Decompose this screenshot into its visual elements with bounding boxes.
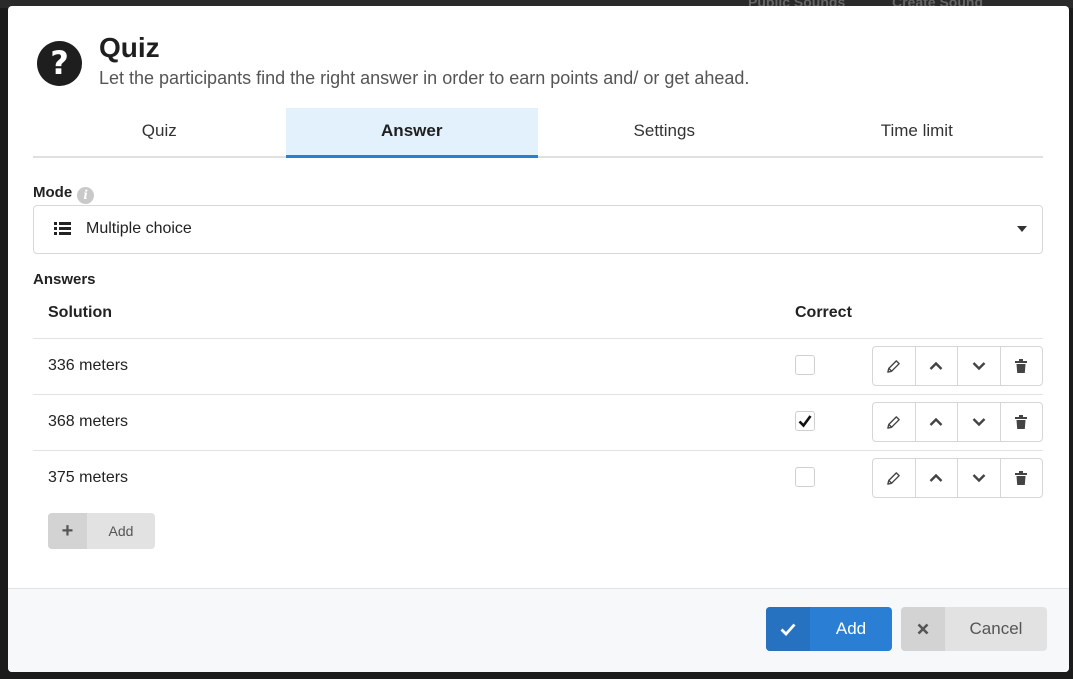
answers-table-header: Solution Correct <box>33 298 1043 339</box>
check-icon <box>780 623 796 636</box>
table-row: 375 meters <box>33 451 1043 506</box>
close-icon <box>917 623 929 635</box>
answer-solution: 375 meters <box>48 469 129 486</box>
move-up-button[interactable] <box>916 403 958 441</box>
pencil-icon <box>887 415 901 429</box>
submit-add-label: Add <box>835 619 867 638</box>
answers-label: Answers <box>33 271 96 288</box>
row-actions <box>872 458 1043 498</box>
mode-select-value: Multiple choice <box>86 220 192 237</box>
move-down-button[interactable] <box>958 403 1001 441</box>
move-up-button[interactable] <box>916 459 958 497</box>
tab-settings[interactable]: Settings <box>538 108 791 156</box>
mode-select[interactable]: Multiple choice <box>33 205 1043 254</box>
chevron-up-icon <box>929 473 943 482</box>
mode-label-text: Mode <box>33 184 73 201</box>
tab-quiz[interactable]: Quiz <box>33 108 286 156</box>
edit-button[interactable] <box>873 347 916 385</box>
trash-icon <box>1015 471 1028 485</box>
answers-table: Solution Correct 336 meters 368 meters 3… <box>33 298 1043 506</box>
add-answer-label: Add <box>108 523 134 539</box>
delete-button[interactable] <box>1001 459 1043 497</box>
answer-solution: 336 meters <box>48 357 129 374</box>
plus-icon: + <box>48 513 87 549</box>
answer-solution: 368 meters <box>48 413 129 430</box>
tab-bar: Quiz Answer Settings Time limit <box>33 108 1043 158</box>
chevron-down-icon <box>972 418 986 427</box>
correct-checkbox[interactable] <box>795 467 815 487</box>
add-answer-button[interactable]: + Add <box>48 513 155 549</box>
pencil-icon <box>887 471 901 485</box>
table-row: 336 meters <box>33 339 1043 395</box>
dialog-header: ? Quiz Let the participants find the rig… <box>8 6 1069 106</box>
move-down-button[interactable] <box>958 347 1001 385</box>
list-icon <box>54 222 71 236</box>
tab-time-limit[interactable]: Time limit <box>791 108 1044 156</box>
correct-checkbox[interactable] <box>795 355 815 375</box>
submit-add-button[interactable]: Add <box>766 607 892 651</box>
info-icon[interactable]: i <box>77 187 95 204</box>
delete-button[interactable] <box>1001 403 1043 441</box>
dialog-footer: Add Cancel <box>8 588 1069 672</box>
cancel-button[interactable]: Cancel <box>901 607 1047 651</box>
check-icon-wrap <box>766 607 810 651</box>
chevron-up-icon <box>929 417 943 426</box>
mode-label: Mode i <box>33 184 95 204</box>
question-circle-icon: ? <box>37 41 82 86</box>
move-up-button[interactable] <box>916 347 958 385</box>
move-down-button[interactable] <box>958 459 1001 497</box>
quiz-dialog: ? Quiz Let the participants find the rig… <box>8 6 1069 672</box>
delete-button[interactable] <box>1001 347 1043 385</box>
chevron-up-icon <box>929 361 943 370</box>
chevron-down-icon <box>972 362 986 371</box>
column-header-correct: Correct <box>795 304 852 321</box>
chevron-down-icon <box>972 474 986 483</box>
trash-icon <box>1015 359 1028 373</box>
caret-down-icon <box>1017 226 1027 232</box>
pencil-icon <box>887 359 901 373</box>
table-row: 368 meters <box>33 395 1043 451</box>
correct-checkbox[interactable] <box>795 411 815 431</box>
cancel-label: Cancel <box>969 619 1023 638</box>
close-icon-wrap <box>901 607 945 651</box>
dialog-subtitle: Let the participants find the right answ… <box>99 68 750 88</box>
edit-button[interactable] <box>873 403 916 441</box>
row-actions <box>872 346 1043 386</box>
column-header-solution: Solution <box>48 304 112 321</box>
trash-icon <box>1015 415 1028 429</box>
checkmark-icon <box>798 415 812 428</box>
tab-answer[interactable]: Answer <box>285 108 538 158</box>
row-actions <box>872 402 1043 442</box>
edit-button[interactable] <box>873 459 916 497</box>
dialog-title: Quiz <box>99 32 160 63</box>
